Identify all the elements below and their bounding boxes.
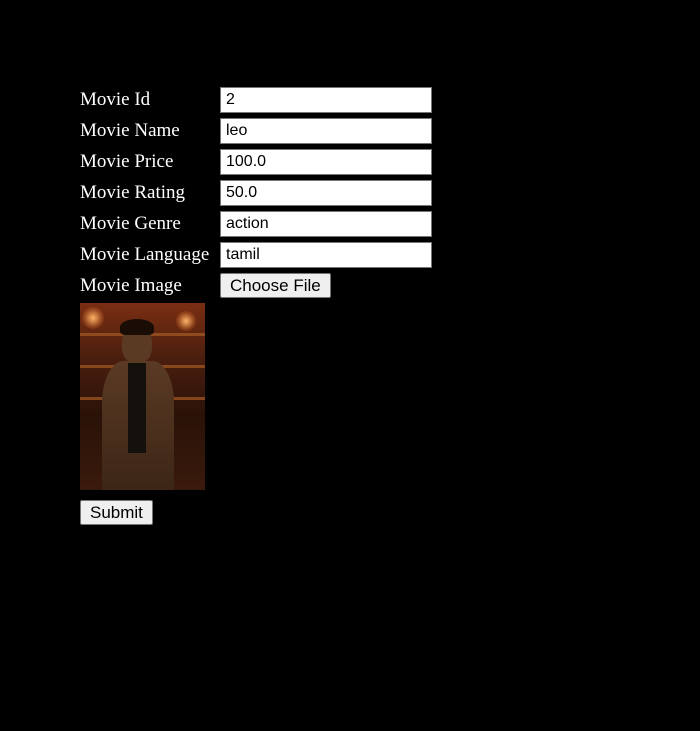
movie-rating-row: Movie Rating: [80, 177, 432, 208]
movie-rating-input[interactable]: [220, 179, 432, 206]
movie-id-row: Movie Id: [80, 84, 432, 115]
page: Movie Id Movie Name Movie Price Movie Ra…: [0, 0, 700, 731]
movie-price-row: Movie Price: [80, 146, 432, 177]
submit-button[interactable]: Submit: [80, 500, 153, 525]
movie-name-input[interactable]: [220, 117, 432, 144]
movie-form: Movie Id Movie Name Movie Price Movie Ra…: [80, 84, 432, 525]
movie-price-input[interactable]: [220, 148, 432, 175]
movie-genre-label: Movie Genre: [80, 212, 181, 234]
movie-id-label: Movie Id: [80, 88, 151, 110]
movie-language-input[interactable]: [220, 241, 432, 268]
movie-name-row: Movie Name: [80, 115, 432, 146]
movie-image-label: Movie Image: [80, 274, 182, 296]
submit-row: Submit: [80, 500, 432, 525]
movie-id-input[interactable]: [220, 86, 432, 113]
movie-price-label: Movie Price: [80, 150, 174, 172]
movie-name-label: Movie Name: [80, 119, 180, 141]
preview-figure-hair: [120, 319, 154, 335]
movie-language-label: Movie Language: [80, 243, 210, 265]
movie-image-preview: [80, 303, 205, 490]
movie-genre-input[interactable]: [220, 210, 432, 237]
preview-light: [176, 311, 196, 331]
movie-image-row: Movie Image Choose File: [80, 270, 432, 301]
movie-rating-label: Movie Rating: [80, 181, 186, 203]
preview-figure-shirt: [128, 363, 146, 453]
choose-file-button[interactable]: Choose File: [220, 273, 331, 298]
preview-light: [82, 307, 104, 329]
movie-genre-row: Movie Genre: [80, 208, 432, 239]
movie-language-row: Movie Language: [80, 239, 432, 270]
